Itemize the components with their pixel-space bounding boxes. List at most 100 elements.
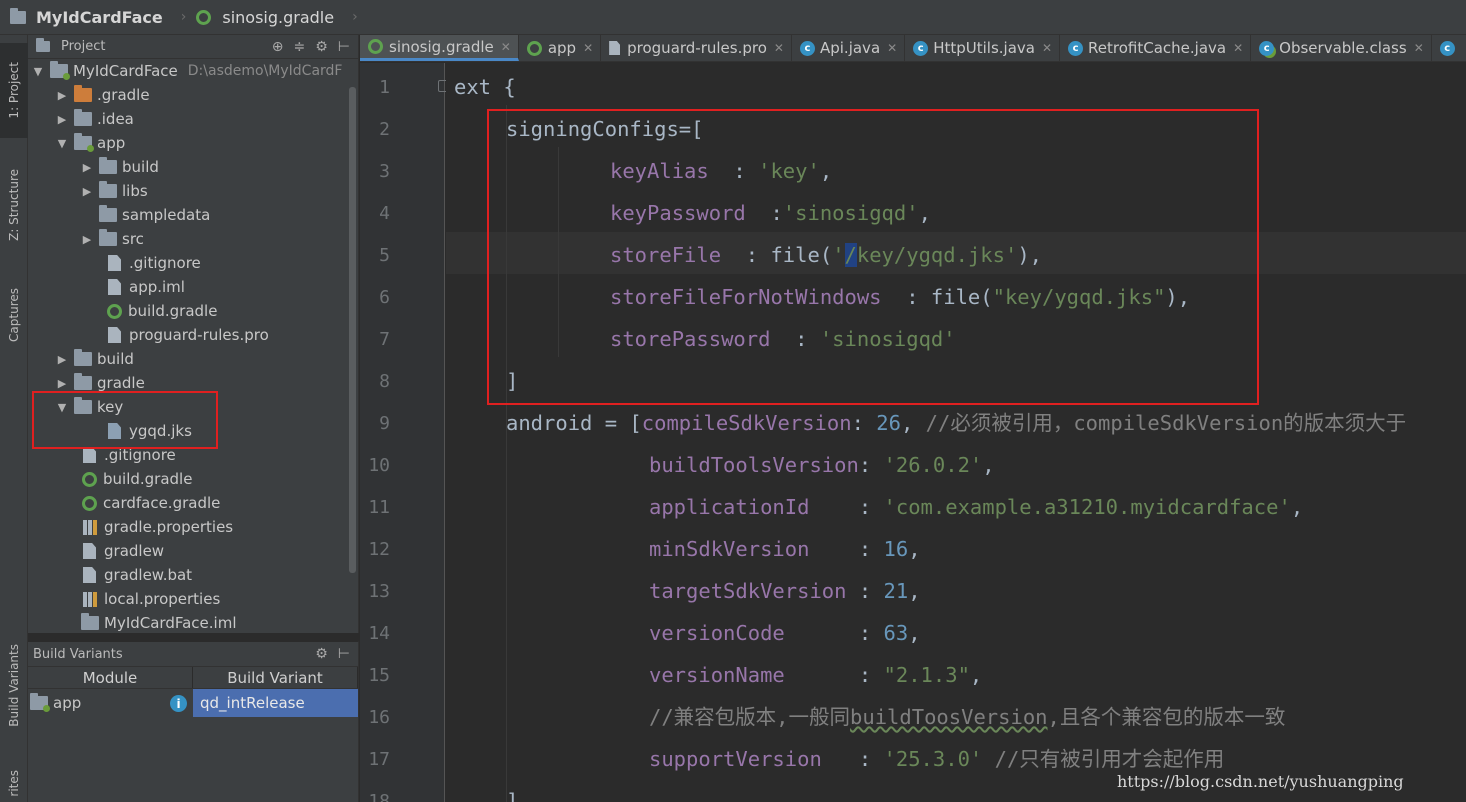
tab-retrofitcache-java[interactable]: c RetrofitCache.java ✕	[1060, 35, 1252, 61]
tree-item[interactable]: ▶ gradle	[54, 371, 145, 395]
hide-icon[interactable]: ⊢	[338, 646, 350, 662]
info-icon[interactable]: i	[170, 695, 187, 712]
tab-proguard-rules[interactable]: proguard-rules.pro ✕	[601, 35, 792, 61]
breadcrumb-file[interactable]: sinosig.gradle	[196, 8, 334, 27]
column-header-module[interactable]: Module	[28, 667, 193, 688]
code-text: : file(	[881, 285, 993, 309]
code-line-2: signingConfigs=[	[506, 108, 703, 150]
tree-item[interactable]: ▶ build	[54, 347, 134, 371]
code-string: "key/ygqd.jks"	[992, 285, 1166, 309]
chevron-right-icon[interactable]: ▶	[54, 89, 70, 102]
tree-item[interactable]: build.gradle	[81, 467, 192, 491]
tree-item[interactable]: ygqd.jks	[106, 419, 192, 443]
favorites-tool-tab[interactable]: rites	[0, 765, 28, 802]
tree-item[interactable]: gradlew.bat	[81, 563, 192, 587]
code-editor[interactable]: ext { signingConfigs=[ keyAlias : 'key',…	[446, 63, 1466, 802]
tree-item[interactable]: ▼ app	[54, 131, 125, 155]
gear-icon[interactable]: ⚙	[315, 39, 328, 55]
tab-httputils-java[interactable]: c HttpUtils.java ✕	[905, 35, 1061, 61]
close-icon[interactable]: ✕	[1414, 41, 1424, 55]
code-text: ,	[819, 159, 833, 183]
captures-tool-tab[interactable]: Captures	[0, 275, 28, 355]
close-icon[interactable]: ✕	[887, 41, 897, 55]
tree-item-label: libs	[122, 182, 148, 200]
tab-app[interactable]: app ✕	[519, 35, 602, 61]
hide-icon[interactable]: ⊢	[338, 39, 350, 55]
tree-item[interactable]: ▶ src	[79, 227, 144, 251]
module-cell: app i	[28, 689, 193, 717]
chevron-right-icon[interactable]: ▶	[79, 233, 95, 246]
tree-item-label: .gradle	[97, 86, 150, 104]
tree-item-label: .idea	[97, 110, 134, 128]
tree-item[interactable]: .gitignore	[81, 443, 176, 467]
tree-item[interactable]: ▼ key	[54, 395, 123, 419]
chevron-right-icon[interactable]: ▶	[79, 161, 95, 174]
table-row[interactable]: app i qd_intRelease	[28, 689, 358, 717]
line-number: 8	[379, 371, 390, 392]
target-icon[interactable]: ⊕	[272, 39, 284, 55]
collapse-icon[interactable]: ≑	[294, 39, 306, 55]
close-icon[interactable]: ✕	[583, 41, 593, 55]
chevron-right-icon[interactable]: ▶	[79, 185, 95, 198]
chevron-right-icon[interactable]: ▶	[54, 353, 70, 366]
tree-item[interactable]: ▶ .gradle	[54, 83, 150, 107]
tree-item[interactable]: .gitignore	[106, 251, 201, 275]
chevron-right-icon[interactable]: ▶	[54, 377, 70, 390]
code-key: compileSdkVersion	[641, 411, 852, 435]
gear-icon[interactable]: ⚙	[315, 646, 328, 662]
tree-item[interactable]: gradle.properties	[81, 515, 233, 539]
tree-item-root[interactable]: ▼ MyIdCardFace D:\asdemo\MyIdCardF	[30, 59, 342, 83]
tab-sinosig-gradle[interactable]: sinosig.gradle ✕	[360, 35, 519, 61]
folder-icon	[10, 7, 26, 24]
tree-item-label: .gitignore	[104, 446, 176, 464]
close-icon[interactable]: ✕	[1233, 41, 1243, 55]
tab-overflow[interactable]: c	[1432, 35, 1466, 61]
tree-item-label: proguard-rules.pro	[129, 326, 269, 344]
editor-tabs: sinosig.gradle ✕ app ✕ proguard-rules.pr…	[360, 35, 1466, 62]
tree-item-label: sampledata	[122, 206, 211, 224]
tab-observable-class[interactable]: c Observable.class ✕	[1251, 35, 1432, 61]
breadcrumb-project[interactable]: MyIdCardFace	[10, 7, 163, 27]
tree-item[interactable]: ▶ .idea	[54, 107, 134, 131]
build-variants-header: Build Variants ⚙ ⊢	[28, 642, 358, 667]
tab-api-java[interactable]: c Api.java ✕	[792, 35, 906, 61]
file-icon	[108, 327, 121, 343]
tree-item[interactable]: ▶ build	[79, 155, 159, 179]
close-icon[interactable]: ✕	[774, 41, 784, 55]
vertical-scrollbar[interactable]	[349, 87, 356, 573]
tree-item[interactable]: ▶ libs	[79, 179, 148, 203]
tree-item[interactable]: local.properties	[81, 587, 220, 611]
tree-item[interactable]: app.iml	[106, 275, 185, 299]
close-icon[interactable]: ✕	[1042, 41, 1052, 55]
tree-item[interactable]: sampledata	[99, 203, 210, 227]
build-variants-tool-tab[interactable]: Build Variants	[0, 625, 28, 745]
tree-item[interactable]: proguard-rules.pro	[106, 323, 269, 347]
folder-icon	[74, 373, 92, 390]
compiled-class-icon: c	[1259, 40, 1275, 56]
variant-select[interactable]: qd_intRelease	[193, 689, 358, 717]
tree-item[interactable]: cardface.gradle	[81, 491, 220, 515]
code-text: ,	[908, 621, 921, 645]
code-line-18: ]	[506, 780, 518, 802]
chevron-down-icon[interactable]: ▼	[30, 65, 46, 78]
line-number: 12	[368, 539, 390, 560]
folder-icon	[99, 181, 117, 198]
module-folder-icon	[50, 61, 70, 80]
structure-tool-tab[interactable]: Z: Structure	[0, 155, 28, 255]
gradle-icon	[82, 495, 97, 511]
code-text: :	[708, 159, 759, 183]
tree-item[interactable]: build.gradle	[106, 299, 217, 323]
chevron-down-icon[interactable]: ▼	[54, 137, 70, 150]
chevron-right-icon[interactable]: ▶	[54, 113, 70, 126]
code-string: '	[832, 243, 845, 267]
code-key: keyPassword	[610, 201, 746, 225]
column-header-variant[interactable]: Build Variant	[193, 667, 358, 688]
code-key: targetSdkVersion	[649, 579, 847, 603]
tree-item[interactable]: gradlew	[81, 539, 164, 563]
close-icon[interactable]: ✕	[501, 40, 511, 54]
chevron-down-icon[interactable]: ▼	[54, 401, 70, 414]
project-panel-title[interactable]: Project	[61, 39, 272, 54]
tree-item[interactable]: MyIdCardFace.iml	[81, 611, 237, 633]
code-text: ]	[506, 369, 519, 393]
project-tool-tab[interactable]: 1: Project	[0, 43, 28, 138]
